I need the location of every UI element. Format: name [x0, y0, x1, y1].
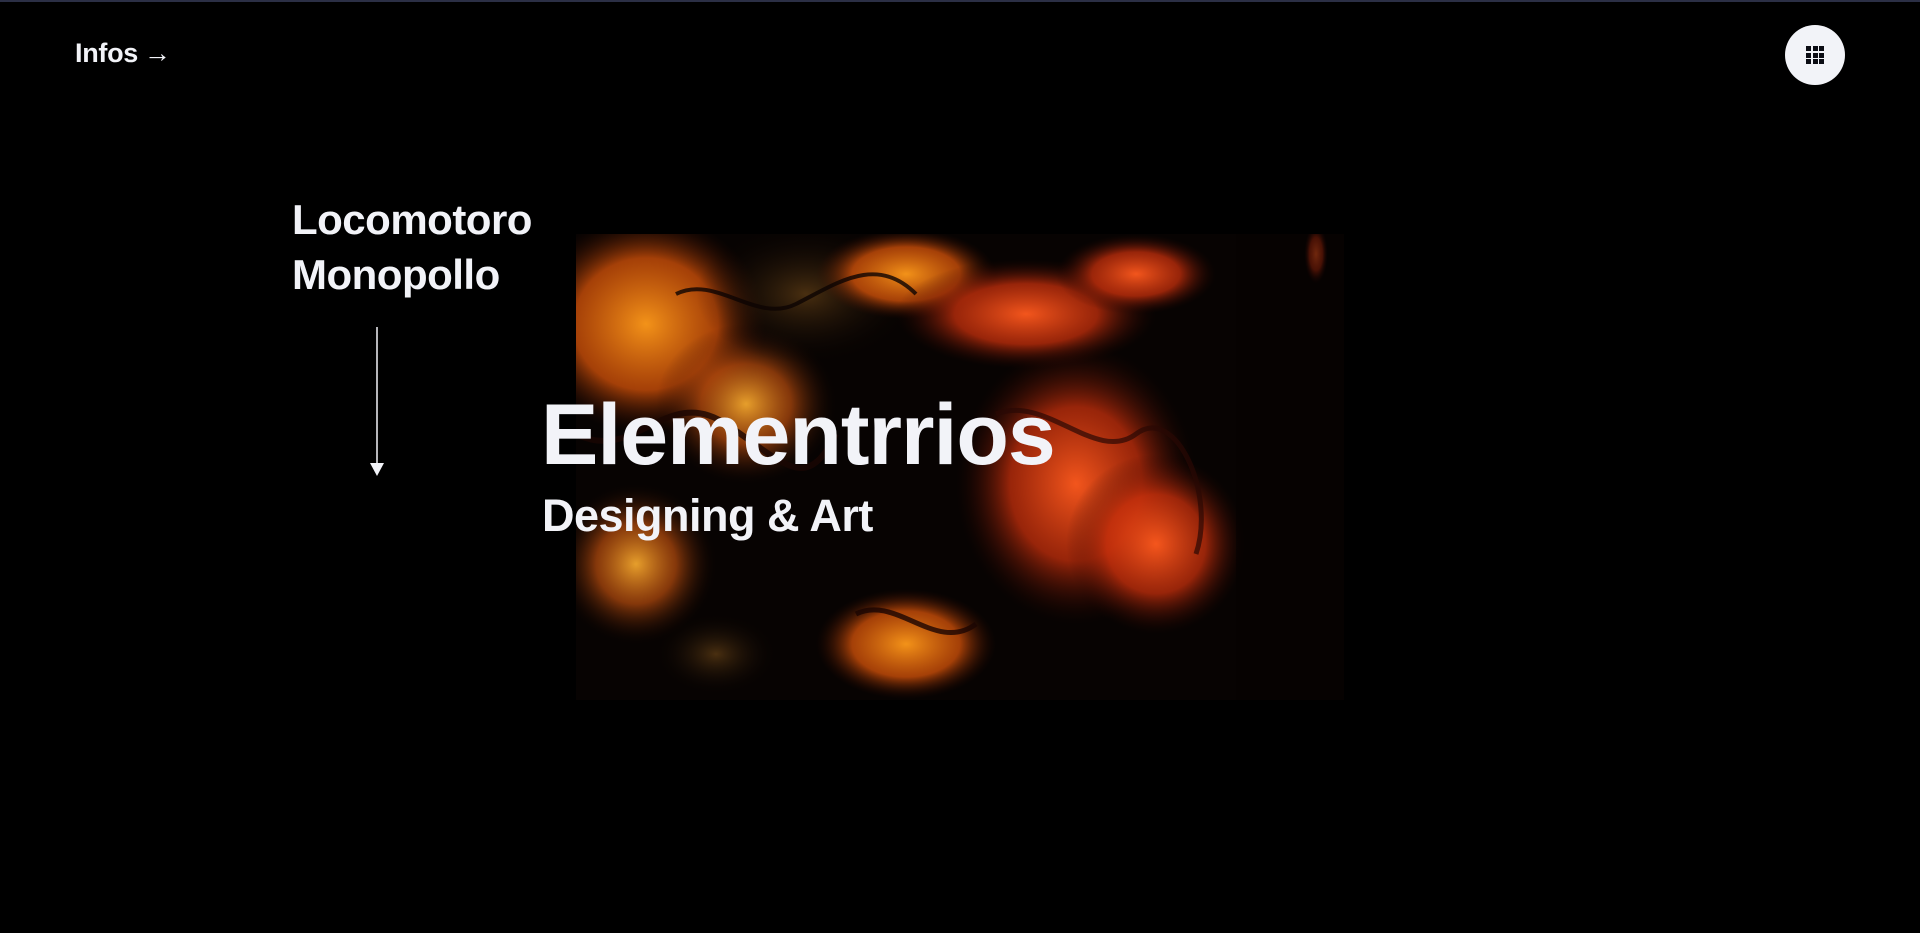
- infos-label: Infos: [75, 38, 138, 68]
- grid-icon: [1806, 46, 1824, 64]
- side-title-line1: Locomotoro: [292, 196, 532, 243]
- arrow-right-icon: →: [144, 38, 171, 68]
- infos-link[interactable]: Infos →: [75, 38, 171, 69]
- side-title: Locomotoro Monopollo: [292, 192, 532, 302]
- side-title-line2: Monopollo: [292, 251, 500, 298]
- top-border: [0, 0, 1920, 2]
- menu-button[interactable]: [1785, 25, 1845, 85]
- hero-subtitle: Designing & Art: [542, 490, 873, 541]
- hero-title: Elementrrios: [541, 387, 1056, 483]
- arrow-down-icon[interactable]: [369, 327, 385, 477]
